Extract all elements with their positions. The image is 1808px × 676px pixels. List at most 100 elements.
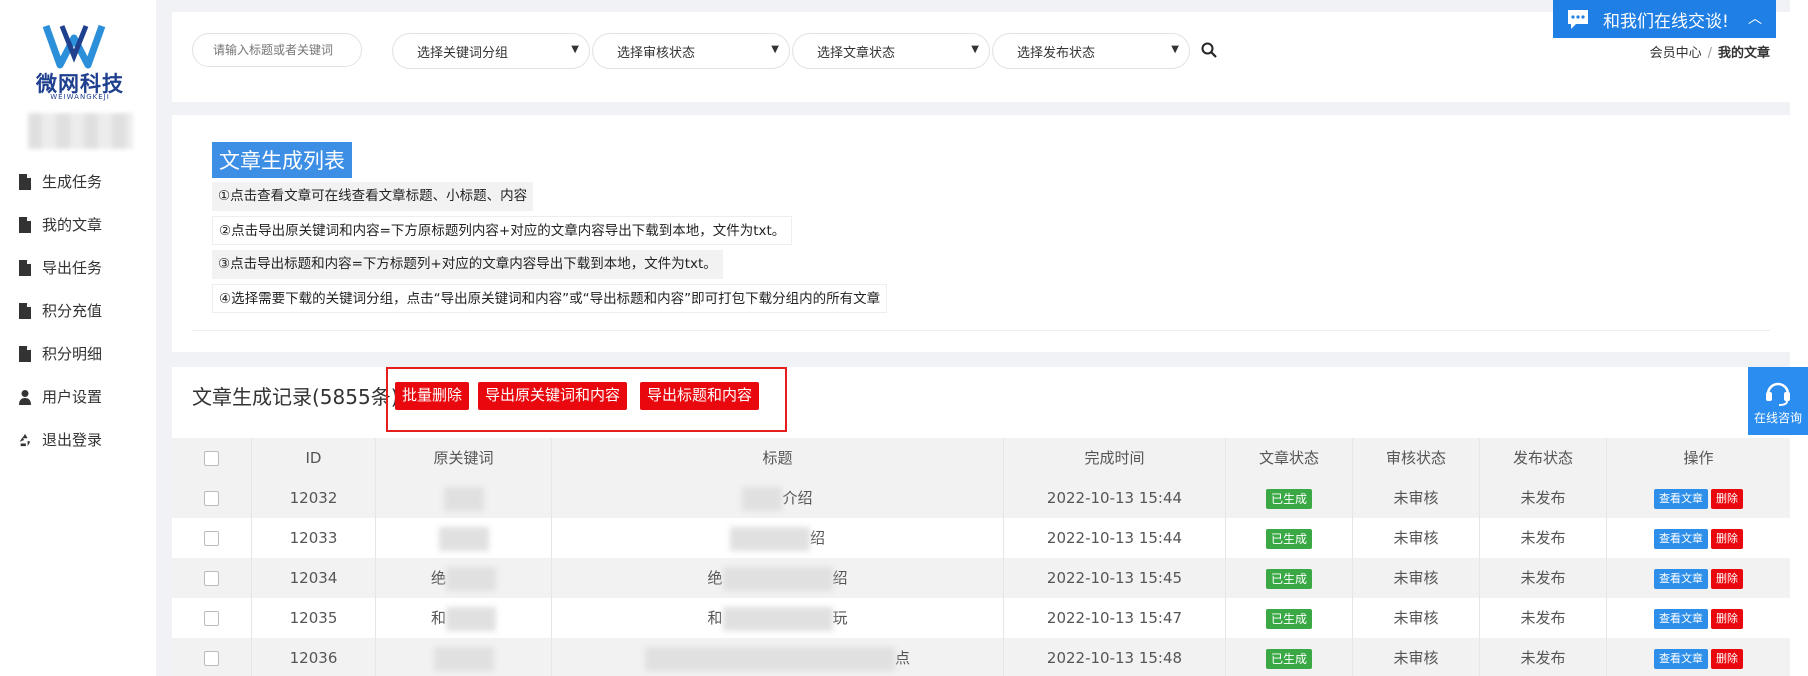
info-panel: 文章生成列表 ①点击查看文章可在线查看文章标题、小标题、内容 ②点击导出原关键词…	[172, 115, 1790, 352]
title-visible: 绍	[809, 529, 825, 547]
cell-review-status: 未审核	[1353, 638, 1480, 676]
table-header-row: ID 原关键词 标题 完成时间 文章状态 审核状态 发布状态 操作	[172, 438, 1790, 478]
info-title: 文章生成列表	[212, 142, 352, 178]
cell-title: 和玩	[552, 598, 1004, 638]
select-label: 选择关键词分组	[417, 45, 509, 61]
checkbox[interactable]	[204, 451, 219, 466]
blurred-text	[722, 566, 833, 591]
table-row: 12032 介绍 2022-10-13 15:44 已生成 未审核 未发布 查看…	[172, 478, 1790, 518]
sidebar-item-label: 积分明细	[42, 345, 103, 363]
caret-down-icon: ▼	[771, 44, 779, 55]
row-select[interactable]	[172, 638, 252, 676]
search-icon[interactable]	[1200, 41, 1218, 59]
sidebar-item-points-detail[interactable]: 积分明细	[0, 332, 156, 375]
delete-button[interactable]: 删除	[1711, 648, 1743, 669]
cell-id: 12036	[252, 638, 376, 676]
table-row: 12035 和 和玩 2022-10-13 15:47 已生成 未审核 未发布 …	[172, 598, 1790, 638]
sidebar-item-export-task[interactable]: 导出任务	[0, 246, 156, 289]
sidebar-item-label: 导出任务	[42, 259, 103, 277]
view-article-button[interactable]: 查看文章	[1654, 528, 1708, 549]
export-keyword-content-button[interactable]: 导出原关键词和内容	[478, 382, 628, 410]
sidebar: 微网科技 WEIWANGKEJI 生成任务 我的文章 导出任务 积分充值 积分明…	[0, 0, 156, 676]
sidebar-item-my-articles[interactable]: 我的文章	[0, 203, 156, 246]
table-row: 12036 点 2022-10-13 15:48 已生成 未审核 未发布 查看文…	[172, 638, 1790, 676]
batch-delete-button[interactable]: 批量删除	[395, 382, 470, 410]
keyword-visible: 和	[430, 609, 446, 627]
delete-button[interactable]: 删除	[1711, 608, 1743, 629]
chat-label: 和我们在线交谈!	[1603, 11, 1729, 32]
sidebar-item-label: 积分充值	[42, 302, 103, 320]
online-consult-button[interactable]: 在线咨询	[1748, 367, 1808, 435]
blurred-text	[438, 526, 489, 551]
export-title-content-button[interactable]: 导出标题和内容	[640, 382, 760, 410]
blurred-text	[433, 646, 494, 671]
header-keyword: 原关键词	[376, 438, 552, 478]
blurred-text	[742, 486, 783, 511]
sidebar-item-generate-task[interactable]: 生成任务	[0, 160, 156, 203]
row-select[interactable]	[172, 518, 252, 558]
caret-down-icon: ▼	[971, 44, 979, 55]
article-status-select[interactable]: 选择文章状态 ▼	[792, 33, 990, 69]
cell-article-status: 已生成	[1226, 478, 1353, 518]
scrollbar-track[interactable]	[1790, 0, 1808, 676]
header-select-all[interactable]	[172, 438, 252, 478]
delete-button[interactable]: 删除	[1711, 528, 1743, 549]
file-icon	[19, 259, 31, 276]
cell-publish-status: 未发布	[1480, 638, 1607, 676]
search-input[interactable]	[192, 33, 362, 67]
breadcrumb-current: 我的文章	[1717, 46, 1770, 61]
checkbox[interactable]	[204, 571, 219, 586]
sidebar-item-points-recharge[interactable]: 积分充值	[0, 289, 156, 332]
sidebar-item-logout[interactable]: 退出登录	[0, 418, 156, 461]
cell-publish-status: 未发布	[1480, 478, 1607, 518]
cell-actions: 查看文章 删除	[1607, 558, 1790, 598]
tip-3: ③点击导出标题和内容=下方标题列+对应的文章内容导出下载到本地，文件为txt。	[212, 250, 723, 279]
row-select[interactable]	[172, 478, 252, 518]
file-icon	[19, 302, 31, 319]
sidebar-item-label: 用户设置	[42, 388, 103, 406]
cell-review-status: 未审核	[1353, 558, 1480, 598]
review-status-select[interactable]: 选择审核状态 ▼	[592, 33, 790, 69]
divider	[192, 330, 1770, 331]
header-time: 完成时间	[1004, 438, 1226, 478]
checkbox[interactable]	[204, 531, 219, 546]
delete-button[interactable]: 删除	[1711, 488, 1743, 509]
table-row: 12033 绍 2022-10-13 15:44 已生成 未审核 未发布 查看文…	[172, 518, 1790, 558]
blurred-text	[644, 646, 895, 671]
status-badge: 已生成	[1265, 648, 1312, 669]
row-select[interactable]	[172, 558, 252, 598]
cell-title: 介绍	[552, 478, 1004, 518]
checkbox[interactable]	[204, 491, 219, 506]
status-badge: 已生成	[1265, 568, 1312, 589]
logo-subtitle: WEIWANGKEJI	[50, 93, 110, 101]
select-label: 选择发布状态	[1017, 45, 1096, 61]
checkbox[interactable]	[204, 651, 219, 666]
view-article-button[interactable]: 查看文章	[1654, 608, 1708, 629]
sidebar-item-label: 生成任务	[42, 173, 103, 191]
publish-status-select[interactable]: 选择发布状态 ▼	[992, 33, 1190, 69]
sidebar-item-user-settings[interactable]: 用户设置	[0, 375, 156, 418]
select-label: 选择审核状态	[617, 45, 696, 61]
online-chat-widget[interactable]: 和我们在线交谈! ︿	[1553, 0, 1776, 38]
breadcrumb-home[interactable]: 会员中心	[1650, 46, 1702, 61]
title-visible-end: 点	[894, 649, 910, 667]
title-visible-end: 绍	[832, 569, 848, 587]
checkbox[interactable]	[204, 611, 219, 626]
view-article-button[interactable]: 查看文章	[1654, 568, 1708, 589]
user-info-blurred	[28, 113, 133, 149]
chevron-up-icon[interactable]: ︿	[1748, 8, 1762, 28]
tip-1: ①点击查看文章可在线查看文章标题、小标题、内容	[212, 182, 534, 211]
tip-2: ②点击导出原关键词和内容=下方原标题列内容+对应的文章内容导出下载到本地，文件为…	[212, 216, 793, 245]
keyword-group-select[interactable]: 选择关键词分组 ▼	[392, 33, 590, 69]
delete-button[interactable]: 删除	[1711, 568, 1743, 589]
title-visible: 和	[707, 609, 723, 627]
cell-id: 12035	[252, 598, 376, 638]
cell-actions: 查看文章 删除	[1607, 518, 1790, 558]
cell-actions: 查看文章 删除	[1607, 478, 1790, 518]
cell-time: 2022-10-13 15:45	[1004, 558, 1226, 598]
view-article-button[interactable]: 查看文章	[1654, 648, 1708, 669]
file-icon	[19, 173, 31, 190]
row-select[interactable]	[172, 598, 252, 638]
header-actions: 操作	[1683, 449, 1714, 467]
view-article-button[interactable]: 查看文章	[1654, 488, 1708, 509]
